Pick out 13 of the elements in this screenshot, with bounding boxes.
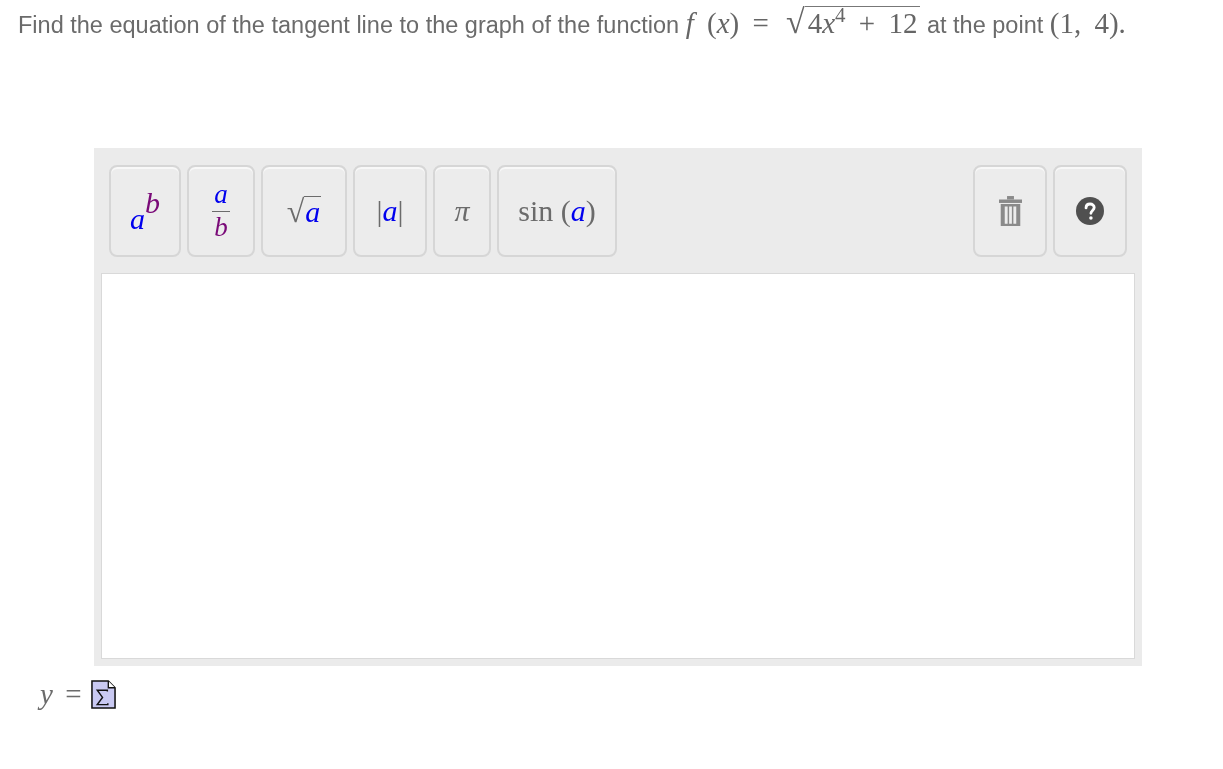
- absolute-value-button[interactable]: |a|: [353, 165, 427, 257]
- question-text: Find the equation of the tangent line to the graph of the function f (x) = √4x$^{4}$ + 12 at the point (1, 4).: [17, 2, 1127, 42]
- pi-button[interactable]: π: [433, 165, 491, 257]
- fraction-button[interactable]: a b: [187, 165, 255, 257]
- delete-button[interactable]: [973, 165, 1047, 257]
- help-button[interactable]: [1053, 165, 1127, 257]
- help-icon: [1076, 197, 1104, 225]
- sine-button[interactable]: sin (a): [497, 165, 617, 257]
- square-root-button[interactable]: √a: [261, 165, 347, 257]
- trash-icon: [998, 196, 1022, 226]
- power-button[interactable]: ab: [109, 165, 181, 257]
- answer-input-field[interactable]: [101, 273, 1135, 659]
- sigma-document-icon[interactable]: [91, 680, 117, 709]
